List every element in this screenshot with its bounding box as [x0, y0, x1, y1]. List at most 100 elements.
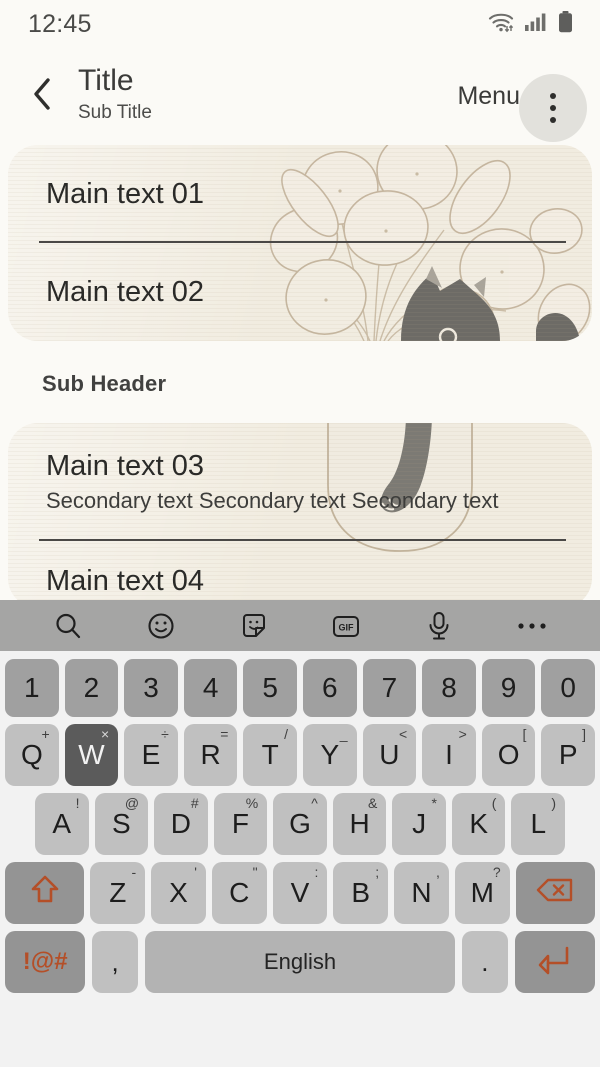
list-item[interactable]: Main text 03 Secondary text Secondary te…	[8, 423, 592, 541]
more-vertical-icon	[550, 93, 556, 123]
key-2[interactable]: 2	[64, 659, 119, 717]
content-area[interactable]: Main text 01 Main text 02 Sub Header Mai…	[0, 145, 600, 600]
key-x[interactable]: ' X	[151, 862, 206, 924]
key-c[interactable]: " C	[211, 862, 267, 924]
key-9[interactable]: 9	[481, 659, 536, 717]
microphone-icon[interactable]	[417, 604, 461, 648]
key-z-symbol: -	[131, 864, 137, 880]
emoji-icon[interactable]	[139, 604, 183, 648]
key-4[interactable]: 4	[183, 659, 238, 717]
sticker-icon[interactable]	[232, 604, 276, 648]
key-l-label: L	[530, 808, 547, 839]
key-h[interactable]: & H	[332, 793, 387, 855]
key-5[interactable]: 5	[243, 659, 297, 717]
sub-header: Sub Header	[42, 371, 167, 396]
key-t[interactable]: / T	[243, 724, 297, 786]
key-v[interactable]: :V	[272, 862, 328, 924]
key-j[interactable]: * J	[392, 793, 446, 855]
key-e[interactable]: ÷ E	[124, 724, 178, 786]
back-button[interactable]	[22, 74, 62, 118]
keyboard-row-numbers: 1 2 3 4 5 6 7 8 9 0	[5, 659, 595, 717]
card-group-two: Main text 03 Secondary text Secondary te…	[8, 423, 592, 600]
list-item[interactable]: Main text 01	[8, 145, 592, 243]
key-e-symbol: ÷	[161, 726, 169, 742]
status-bar: 12:45	[0, 0, 600, 48]
key-8[interactable]: 8	[422, 659, 476, 717]
key-d[interactable]: # D	[154, 793, 208, 855]
key-f-symbol: %	[245, 795, 259, 811]
key-m[interactable]: ? M	[454, 862, 510, 924]
search-icon[interactable]	[46, 604, 90, 648]
key-k[interactable]: (K	[451, 793, 506, 855]
key-q[interactable]: + Q	[5, 724, 59, 786]
on-screen-keyboard[interactable]: GIF 1 2 3 4 5 6 7 8 9 0 + Q × W ÷ E = R …	[0, 600, 600, 1067]
menu-label[interactable]: Menu	[457, 82, 520, 111]
key-s[interactable]: @ S	[94, 793, 149, 855]
backspace-key[interactable]	[515, 862, 596, 924]
list-item-secondary-text: Secondary text Secondary text Secondary …	[46, 488, 499, 513]
key-n[interactable]: ,N	[394, 862, 449, 924]
battery-icon	[557, 10, 574, 39]
enter-key[interactable]	[514, 931, 595, 993]
key-p-symbol: ]	[582, 726, 586, 742]
chevron-left-icon	[31, 77, 53, 116]
key-u-label: U	[379, 739, 400, 770]
key-a[interactable]: ! A	[34, 793, 89, 855]
key-q-label: Q	[20, 739, 43, 770]
backspace-icon	[535, 876, 575, 911]
key-a-symbol: !	[75, 795, 80, 811]
key-x-label: X	[169, 877, 188, 908]
key-k-symbol: (	[491, 795, 497, 811]
key-r[interactable]: = R	[183, 724, 238, 786]
key-x-symbol: '	[194, 864, 197, 880]
list-item[interactable]: Main text 02	[8, 243, 592, 341]
space-key[interactable]: English	[144, 931, 456, 993]
key-e-label: E	[141, 739, 161, 770]
key-1[interactable]: 1	[5, 659, 59, 717]
key-6[interactable]: 6	[303, 659, 357, 717]
key-g[interactable]: ^ G	[273, 793, 327, 855]
overflow-menu-button[interactable]	[519, 74, 587, 142]
comma-key[interactable]: ,	[92, 931, 138, 993]
shift-arrow-icon	[28, 873, 62, 914]
card-one-rows: Main text 01 Main text 02	[8, 145, 592, 341]
key-w[interactable]: × W	[64, 724, 119, 786]
key-f-label: F	[231, 808, 249, 839]
gif-icon[interactable]: GIF	[324, 604, 368, 648]
key-3[interactable]: 3	[124, 659, 178, 717]
key-y-label: Y	[320, 739, 340, 770]
key-r-symbol: =	[220, 726, 229, 742]
phone-screen: 12:45 Title Sub Title Menu Main text 01 …	[0, 0, 600, 1067]
key-h-label: H	[349, 808, 370, 839]
key-v-label: V	[290, 877, 310, 908]
key-y-symbol: _	[339, 726, 348, 742]
key-y[interactable]: _ Y	[303, 724, 357, 786]
keyboard-row-space: !@# , English .	[5, 931, 595, 993]
key-7[interactable]: 7	[362, 659, 417, 717]
key-o[interactable]: [O	[481, 724, 536, 786]
key-i-symbol: >	[458, 726, 467, 742]
key-l[interactable]: ) L	[511, 793, 566, 855]
key-l-symbol: )	[551, 795, 557, 811]
key-p[interactable]: ] P	[541, 724, 595, 786]
key-m-label: M	[470, 877, 494, 908]
symbols-key[interactable]: !@#	[5, 931, 86, 993]
key-o-symbol: [	[522, 726, 527, 742]
key-w-label: W	[78, 739, 105, 770]
key-c-symbol: "	[252, 864, 258, 880]
more-horizontal-icon[interactable]	[510, 604, 554, 648]
key-f[interactable]: % F	[213, 793, 268, 855]
key-u[interactable]: < U	[362, 724, 417, 786]
key-z[interactable]: -Z	[90, 862, 146, 924]
period-key[interactable]: .	[462, 931, 508, 993]
list-item[interactable]: Main text 04	[8, 541, 592, 600]
shift-key[interactable]	[4, 862, 85, 924]
key-i[interactable]: > I	[422, 724, 476, 786]
key-d-label: D	[170, 808, 191, 839]
key-g-symbol: ^	[311, 795, 318, 811]
key-b[interactable]: ; B	[333, 862, 389, 924]
key-0[interactable]: 0	[541, 659, 595, 717]
key-n-label: N	[411, 877, 432, 908]
keyboard-key-rows: 1 2 3 4 5 6 7 8 9 0 + Q × W ÷ E = R / T _ Y < U…	[0, 651, 600, 1006]
key-m-symbol: ?	[492, 864, 501, 880]
